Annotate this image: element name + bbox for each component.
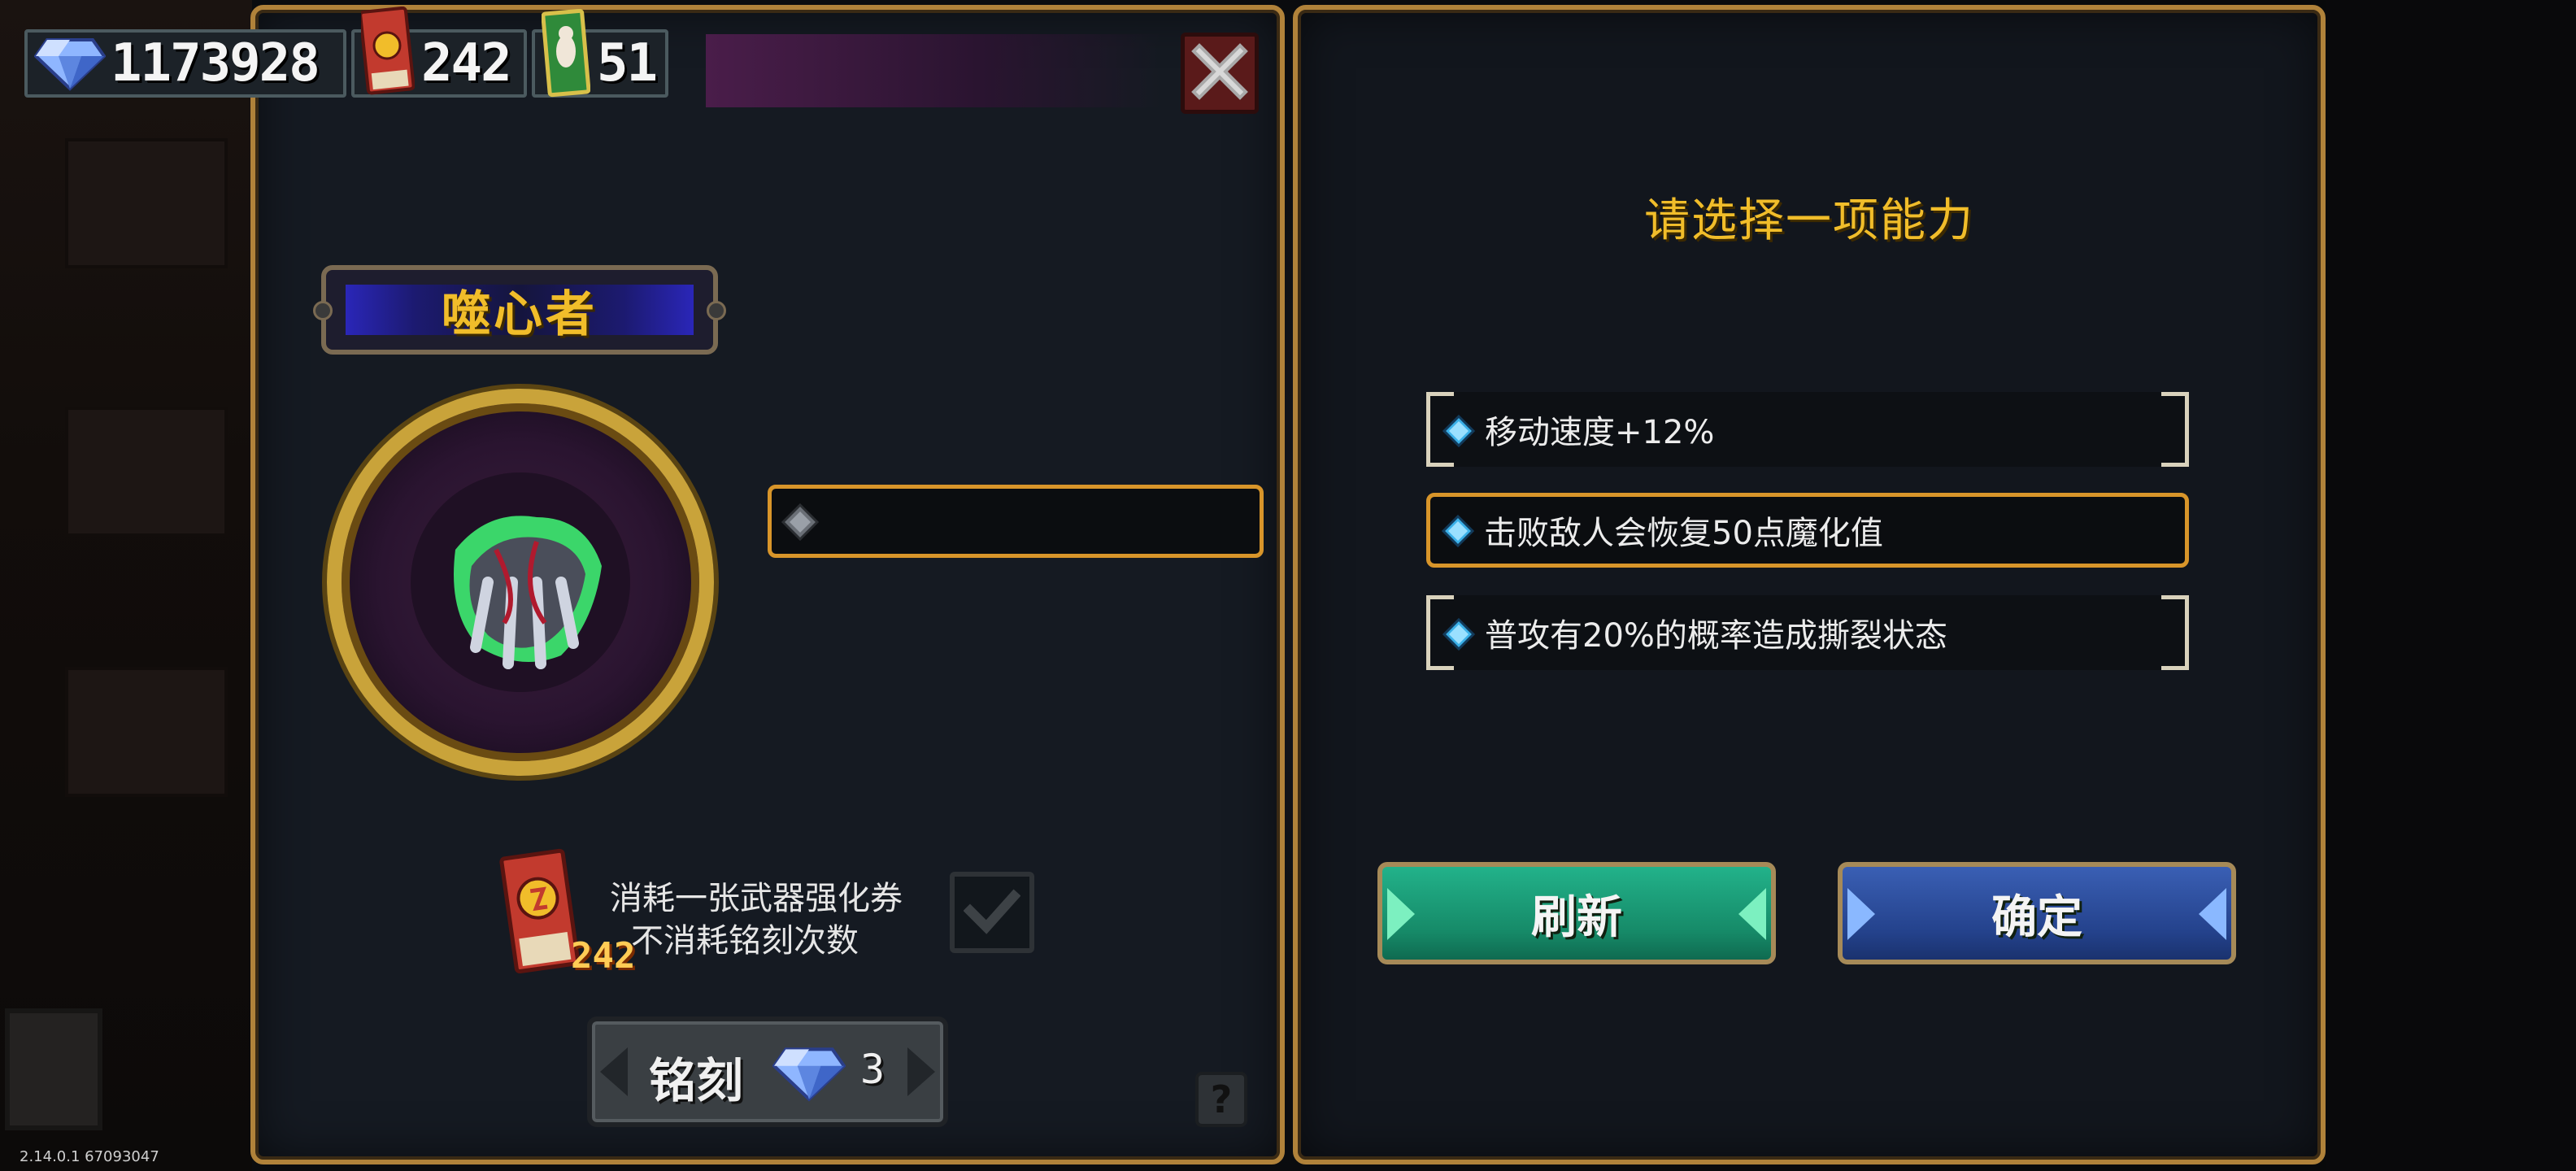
gem-cost-icon [772, 1043, 846, 1108]
card-count: 51 [597, 33, 658, 94]
close-icon [1191, 43, 1248, 103]
ability-text: 普攻有20%的概率造成撕裂状态 [1485, 617, 1947, 655]
ability-option[interactable]: 普攻有20%的概率造成撕裂状态 [1426, 595, 2189, 670]
option-bracket [2161, 392, 2189, 467]
inscription-slot[interactable] [768, 485, 1264, 558]
claw-weapon-icon [398, 460, 642, 707]
header-strip [706, 34, 1161, 107]
gem-counter: 1173928 [24, 29, 346, 98]
engrave-label: 铭刻 [649, 1053, 744, 1108]
refresh-label: 刷新 [1531, 890, 1622, 944]
upgrade-ticket-count: 242 [571, 935, 636, 977]
gem-count: 1173928 [111, 33, 320, 94]
weapon-name: 噬心者 [442, 285, 598, 343]
engrave-button[interactable]: 铭刻 3 [587, 1016, 948, 1127]
use-ticket-checkbox[interactable] [950, 872, 1034, 953]
ability-option-selected[interactable]: 击败敌人会恢复50点魔化值 [1426, 493, 2189, 568]
currency-bar: 1173928 242 51 [24, 6, 668, 102]
banner-knob [707, 301, 726, 320]
background-shelf [65, 407, 228, 537]
left-arrow-icon [1387, 888, 1415, 940]
ability-panel-title: 请选择一项能力 [1644, 194, 1974, 247]
card-icon [541, 8, 591, 98]
ticket-counter: 242 [351, 6, 527, 98]
right-chevron-icon [906, 1046, 938, 1101]
weapon-name-banner: 噬心者 [313, 265, 726, 355]
empty-gem-icon [781, 503, 820, 544]
version-label: 2.14.0.1 67093047 [20, 1148, 159, 1165]
checkmark-icon [963, 886, 1021, 938]
background-shelf [65, 138, 228, 268]
refresh-button[interactable]: 刷新 [1377, 862, 1776, 964]
weapon-medallion [327, 389, 714, 776]
banner-knob [313, 301, 333, 320]
ability-gem-icon [1441, 514, 1475, 551]
left-chevron-icon [597, 1046, 629, 1101]
weapon-ticket-icon [359, 6, 416, 96]
background-room [0, 0, 252, 1171]
confirm-button[interactable]: 确定 [1838, 862, 2236, 964]
ability-text: 击败敌人会恢复50点魔化值 [1484, 515, 1883, 552]
game-screen: 1173928 242 51 噬心者 242 消耗一张武器强化券 不消耗铭刻次数… [0, 0, 2576, 1171]
ticket-description-line1: 消耗一张武器强化券 [610, 880, 903, 917]
ability-gem-icon [1442, 414, 1476, 451]
ticket-description-line2: 不消耗铭刻次数 [631, 922, 859, 960]
gem-icon [33, 35, 107, 92]
background-crate [5, 1008, 102, 1130]
ticket-count: 242 [421, 33, 512, 94]
close-button[interactable] [1181, 33, 1259, 114]
help-button[interactable]: ? [1195, 1072, 1247, 1127]
left-arrow-icon [1847, 888, 1875, 940]
ability-text: 移动速度+12% [1485, 414, 1715, 451]
right-arrow-icon [1738, 888, 1766, 940]
background-dark [2326, 0, 2576, 1171]
background-shelf [65, 667, 228, 797]
right-arrow-icon [2199, 888, 2226, 940]
option-bracket [2161, 595, 2189, 670]
ability-panel: 请选择一项能力 [1293, 5, 2326, 1164]
confirm-label: 确定 [1991, 890, 2082, 944]
ability-gem-icon [1442, 617, 1476, 654]
card-counter: 51 [532, 8, 668, 98]
engrave-cost: 3 [860, 1046, 886, 1093]
ability-option[interactable]: 移动速度+12% [1426, 392, 2189, 467]
